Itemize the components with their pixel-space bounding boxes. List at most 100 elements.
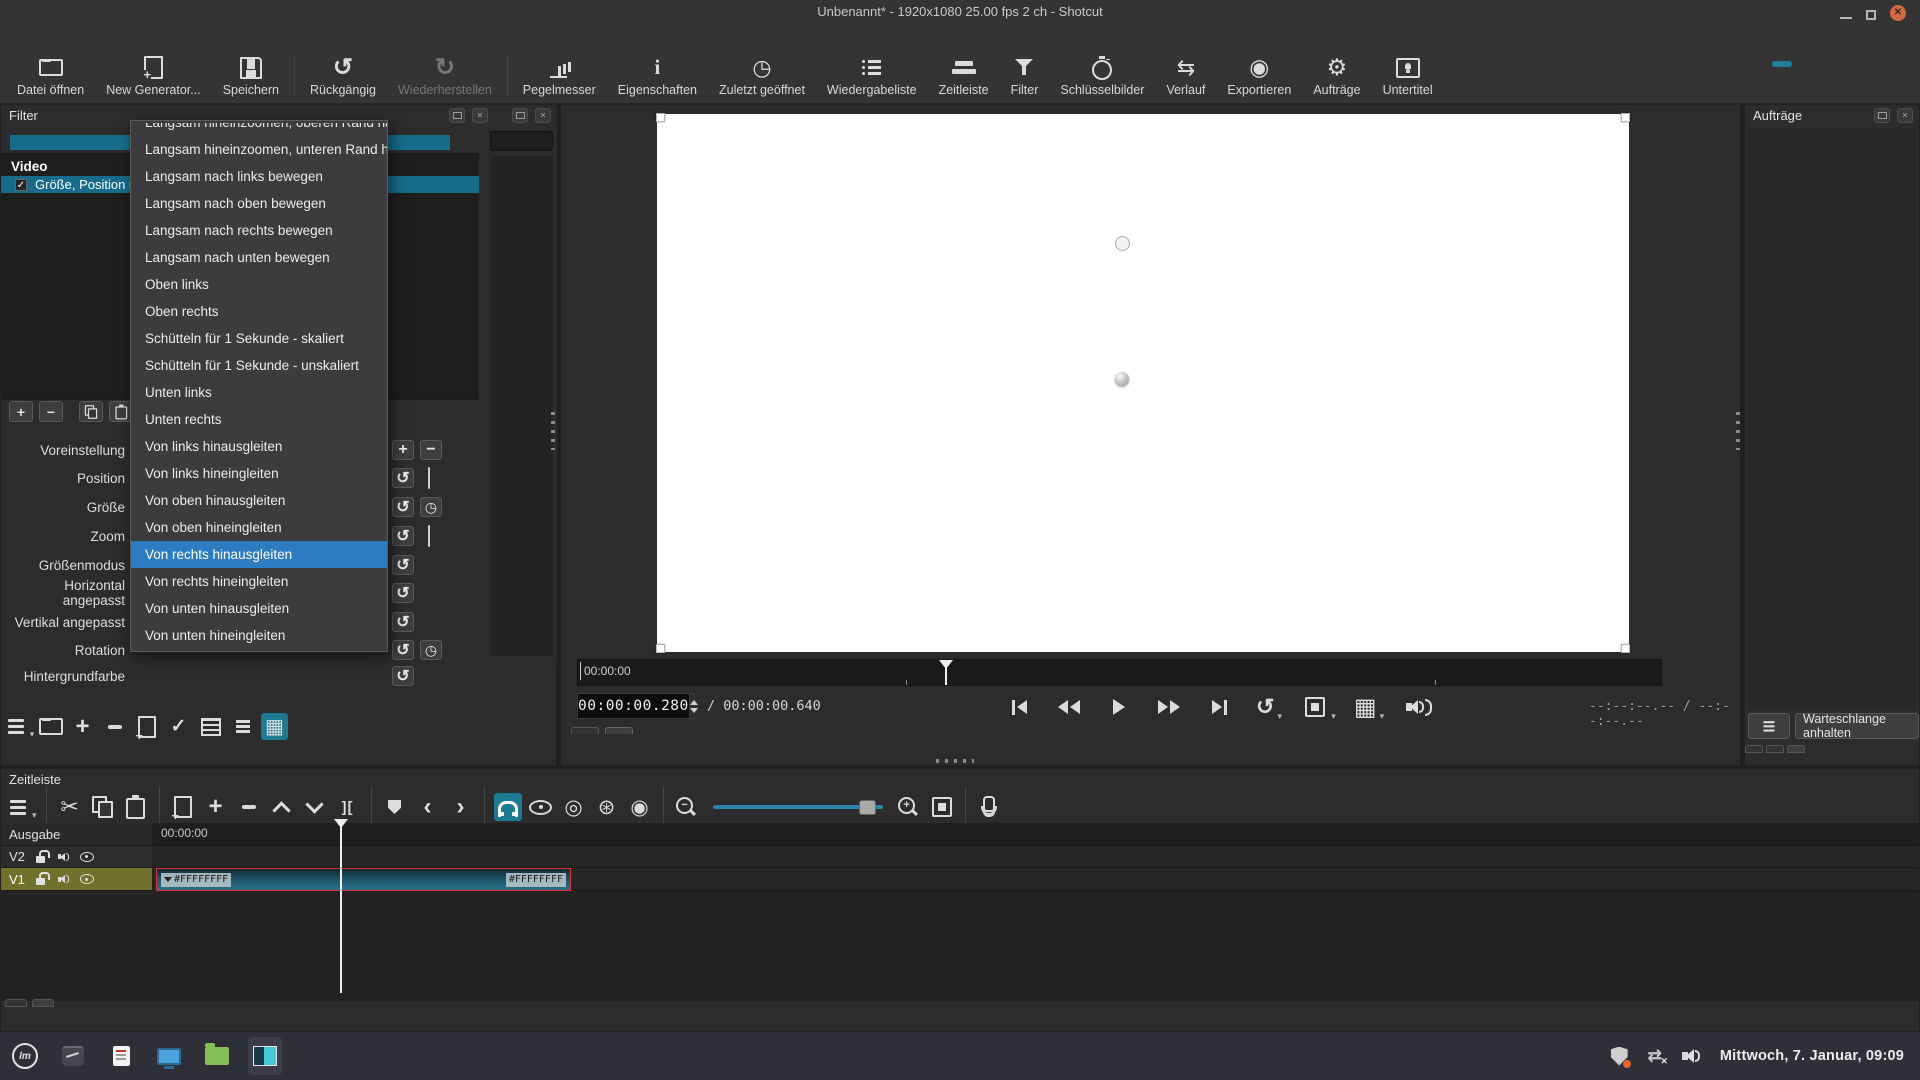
menubar-item-datei[interactable]	[4, 35, 28, 39]
lock-icon[interactable]	[34, 872, 48, 886]
maximize-button[interactable]	[1866, 10, 1876, 20]
reset-button[interactable]	[392, 583, 414, 603]
float-panel-icon[interactable]	[1874, 108, 1890, 123]
mint-menu-button[interactable]: lm	[8, 1037, 42, 1075]
menubar-item-player[interactable]	[76, 35, 100, 39]
undo-button[interactable]: ↺ Rückgängig	[299, 53, 387, 99]
timeline-playhead-line[interactable]	[340, 823, 342, 993]
reset-button[interactable]	[392, 666, 414, 686]
preset-menu-item[interactable]: Von links hinausgleiten	[131, 433, 387, 460]
zoom-in-button[interactable]	[895, 793, 923, 821]
current-position-spinner[interactable]: 00:00:00.280	[577, 693, 695, 719]
copy-button[interactable]	[89, 793, 117, 821]
close-button[interactable]: ✕	[1890, 5, 1906, 21]
subtitles-button[interactable]: Untertitel	[1372, 53, 1444, 99]
playlist-remove-button[interactable]	[101, 713, 128, 740]
spinner-arrows-icon[interactable]	[689, 694, 698, 718]
scrubber-playhead-line[interactable]	[945, 660, 947, 685]
tab-zeitleiste[interactable]	[32, 999, 54, 1007]
preset-menu-item[interactable]: Von links hineingleiten	[131, 460, 387, 487]
files-app-button[interactable]	[200, 1037, 234, 1075]
menubar-item-bearbeiten[interactable]	[28, 35, 52, 39]
export-button[interactable]: ◉ Exportieren	[1216, 53, 1302, 99]
properties-button[interactable]: i Eigenschaften	[607, 53, 708, 99]
timeline-clip[interactable]: #FFFFFFFF #FFFFFFFF	[156, 868, 571, 891]
rect-handle-top-right[interactable]	[1621, 113, 1630, 122]
stop-queue-button[interactable]: Warteschlange anhalten	[1795, 713, 1919, 739]
split-button[interactable]: ][	[334, 793, 362, 821]
ripple-markers-button[interactable]: ◉	[626, 793, 654, 821]
preset-menu-item[interactable]: Unten rechts	[131, 406, 387, 433]
tab-zuletzt[interactable]	[1745, 745, 1763, 753]
preset-menu-item[interactable]: Oben rechts	[131, 298, 387, 325]
timeline-menu-button[interactable]: ▾	[5, 793, 37, 821]
layout-fx-button[interactable]	[1859, 61, 1879, 67]
overwrite-down-button[interactable]	[301, 793, 329, 821]
timeline-button[interactable]: Zeitleiste	[928, 53, 1000, 99]
ripple-button[interactable]: ◎	[560, 793, 588, 821]
view-tiles-button[interactable]	[229, 713, 256, 740]
tab-quelle[interactable]	[571, 727, 599, 734]
overwrite-button[interactable]: +	[202, 793, 230, 821]
hide-icon[interactable]	[80, 850, 94, 864]
zoom-fit-button[interactable]	[928, 793, 956, 821]
preset-menu-item[interactable]: Von unten hineingleiten	[131, 622, 387, 649]
open-file-button[interactable]: Datei öffnen	[6, 53, 95, 99]
fast-forward-button[interactable]	[1149, 692, 1189, 722]
loop-button[interactable]: ↺▾	[1249, 692, 1289, 722]
close-panel-icon[interactable]: ✕	[535, 108, 551, 123]
dock-splitter-handle[interactable]	[936, 759, 974, 763]
reset-button[interactable]	[392, 555, 414, 575]
track-head-v2[interactable]: V2	[1, 846, 152, 868]
new-generator-button[interactable]: New Generator...	[95, 53, 212, 99]
playlist-update-button[interactable]	[133, 713, 160, 740]
paste-button[interactable]	[122, 793, 150, 821]
stopwatch-button[interactable]	[420, 497, 442, 517]
hide-icon[interactable]	[80, 872, 94, 886]
zoom-out-button[interactable]	[673, 793, 701, 821]
track-head-v1[interactable]: V1	[1, 868, 152, 891]
marker-button[interactable]	[381, 793, 409, 821]
preset-menu-item[interactable]: Von rechts hinausgleiten	[131, 541, 387, 568]
append-button[interactable]	[169, 793, 197, 821]
snap-button[interactable]	[494, 793, 522, 821]
sound-icon[interactable]	[1682, 1049, 1700, 1063]
minimize-button[interactable]	[1840, 17, 1852, 19]
layout-farbe-button[interactable]	[1658, 86, 1678, 92]
menubar-item-hilfe[interactable]	[124, 35, 148, 39]
skip-to-end-button[interactable]	[1199, 692, 1239, 722]
volume-button[interactable]	[1399, 692, 1439, 722]
track-lane-v2[interactable]	[153, 846, 1919, 868]
rewind-button[interactable]	[1049, 692, 1089, 722]
current-position-value[interactable]: 00:00:00.280	[578, 698, 689, 714]
prev-marker-button[interactable]: ‹	[414, 793, 442, 821]
menubar-item-ansicht[interactable]	[52, 35, 76, 39]
playlist-open-button[interactable]	[37, 713, 64, 740]
preset-menu-item[interactable]: Langsam hineinzoomen, unteren Rand halt…	[131, 136, 387, 163]
rect-handle-bottom-right[interactable]	[1621, 644, 1630, 653]
tab-verlauf[interactable]	[1766, 745, 1784, 753]
playlist-add-button[interactable]: +	[69, 713, 96, 740]
jobs-button[interactable]: ⚙ Aufträge	[1302, 53, 1371, 99]
preset-menu-item[interactable]: Langsam nach oben bewegen	[131, 190, 387, 217]
view-details-button[interactable]	[197, 713, 224, 740]
rect-handle-bottom-left[interactable]	[656, 644, 665, 653]
lock-icon[interactable]	[34, 850, 48, 864]
layout-protokollierung-button[interactable]	[1658, 61, 1678, 67]
grid-button[interactable]: ▦▾	[1349, 692, 1389, 722]
reset-button[interactable]	[392, 640, 414, 660]
layout-player-button[interactable]	[1859, 86, 1879, 92]
mute-icon[interactable]	[57, 872, 71, 886]
layout-bearbeiten-button[interactable]	[1772, 61, 1792, 67]
float-panel-icon[interactable]	[512, 108, 528, 123]
filters-button[interactable]: Filter	[1000, 53, 1050, 99]
output-track-head[interactable]: Ausgabe	[1, 823, 152, 846]
zoom-fit-button[interactable]: ▾	[1299, 692, 1339, 722]
rotation-handle[interactable]	[1115, 236, 1130, 251]
reset-button[interactable]	[392, 497, 414, 517]
timeline-ruler[interactable]: 00:00:00	[153, 823, 1919, 846]
playlist-menu-button[interactable]: ▾	[5, 713, 32, 740]
update-shield-icon[interactable]	[1611, 1047, 1628, 1066]
recent-button[interactable]: ◷ Zuletzt geöffnet	[708, 53, 816, 99]
display-app-button[interactable]	[152, 1037, 186, 1075]
